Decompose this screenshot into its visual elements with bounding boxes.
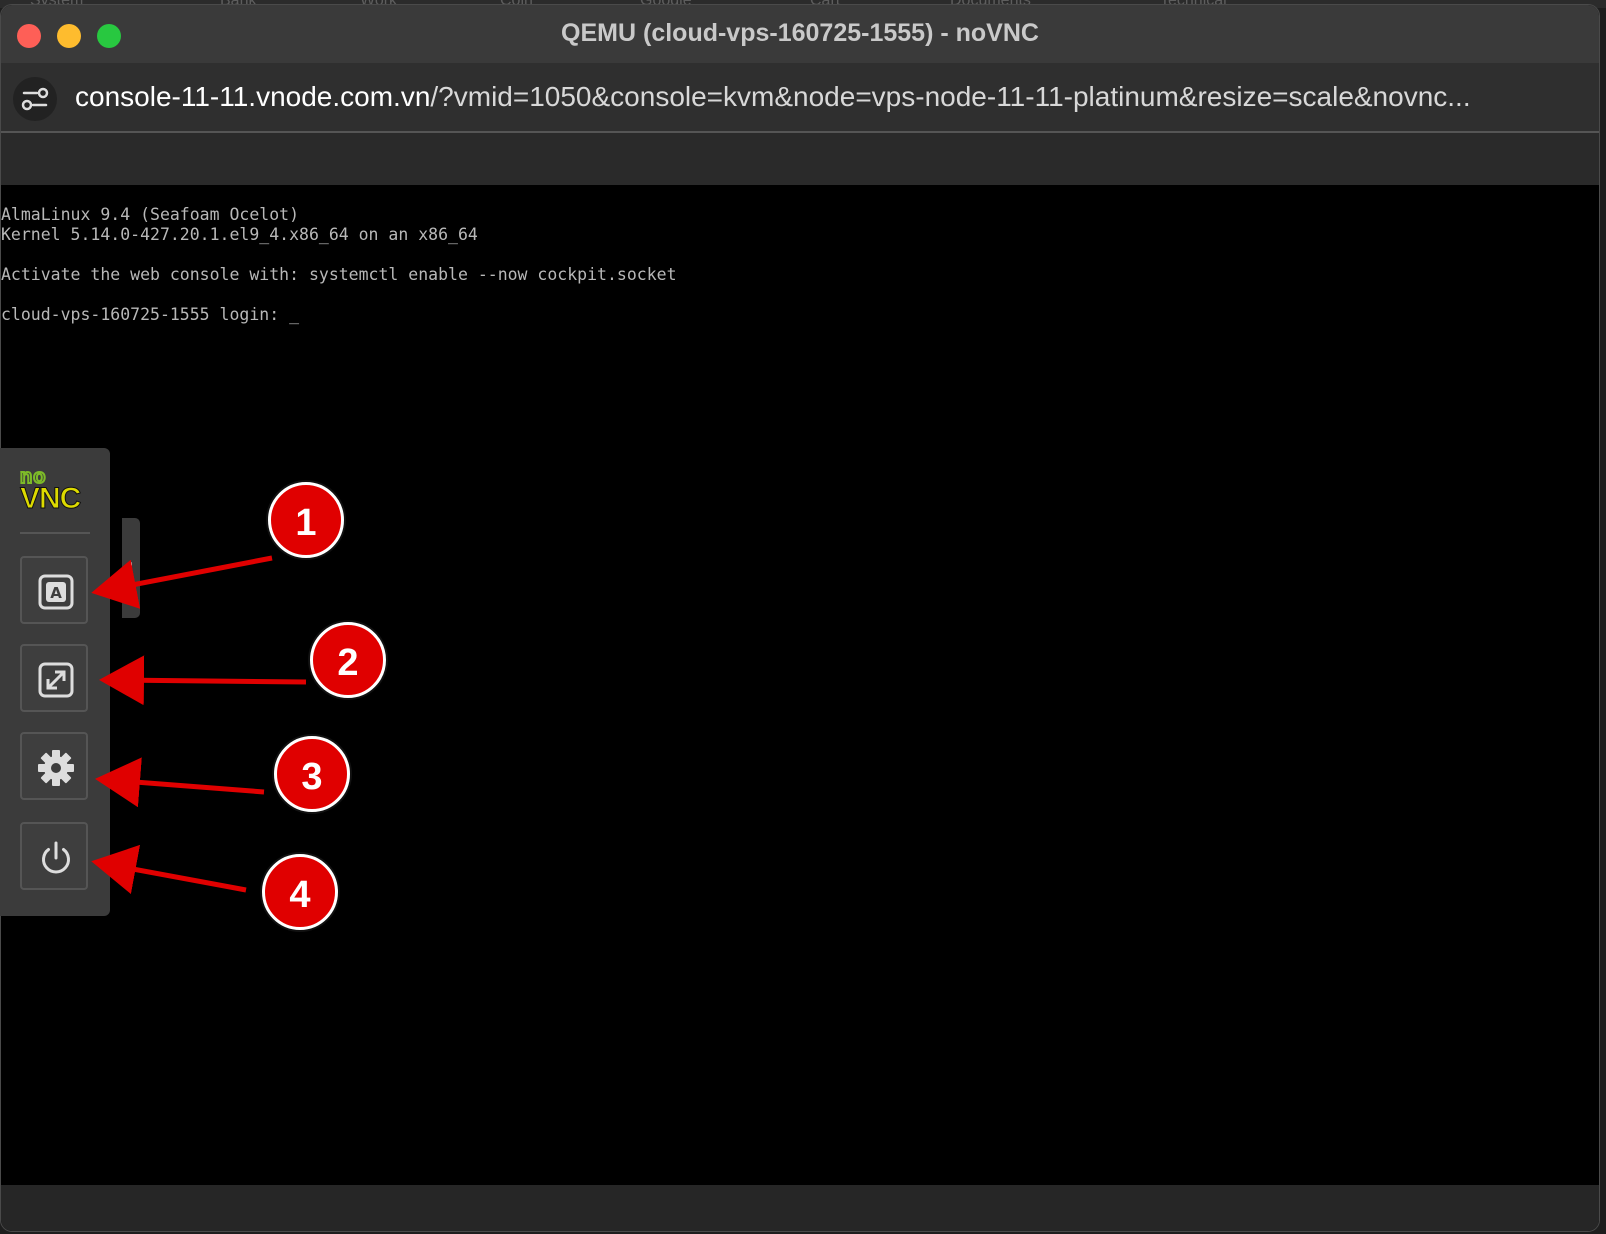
arrow-2 <box>99 655 307 706</box>
arrow-1 <box>91 555 273 609</box>
annotation-arrows <box>91 555 307 895</box>
annotation-callout-2: 2 <box>310 622 386 698</box>
annotation-callout-3: 3 <box>274 736 350 812</box>
arrow-3 <box>95 757 265 808</box>
annotation-callout-1: 1 <box>268 482 344 558</box>
arrow-4 <box>91 844 247 895</box>
annotation-callout-4: 4 <box>262 854 338 930</box>
